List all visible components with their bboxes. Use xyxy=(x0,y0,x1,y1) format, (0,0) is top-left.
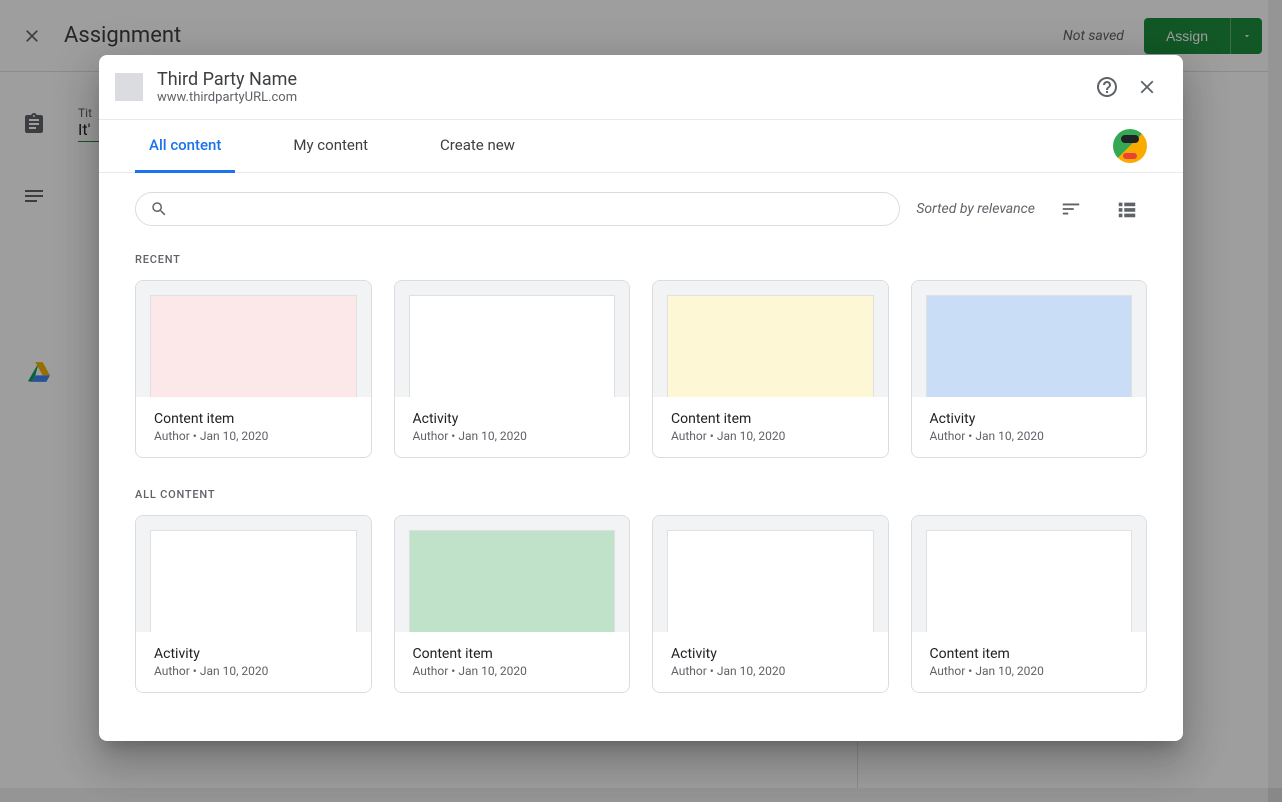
all-content-grid: ActivityAuthor • Jan 10, 2020Content ite… xyxy=(135,515,1147,693)
thumbnail-preview xyxy=(667,295,874,397)
sort-icon[interactable] xyxy=(1051,189,1091,229)
tab-all-content[interactable]: All content xyxy=(135,120,235,173)
modal-header: Third Party Name www.thirdpartyURL.com xyxy=(99,55,1183,120)
card-meta: Author • Jan 10, 2020 xyxy=(671,664,870,678)
card-title: Activity xyxy=(671,646,870,662)
card-thumbnail xyxy=(912,281,1147,397)
card-title: Content item xyxy=(930,646,1129,662)
search-box[interactable] xyxy=(135,192,900,226)
card-meta: Author • Jan 10, 2020 xyxy=(154,664,353,678)
card-body: Content item Author • Jan 10, 2020 xyxy=(136,397,371,457)
content-card[interactable]: Activity Author • Jan 10, 2020 xyxy=(911,280,1148,458)
card-title: Activity xyxy=(413,411,612,427)
modal-body: Sorted by relevance RECENT Content item A… xyxy=(99,173,1183,741)
close-icon[interactable] xyxy=(1127,67,1167,107)
card-body: Activity Author • Jan 10, 2020 xyxy=(395,397,630,457)
avatar[interactable] xyxy=(1113,129,1147,163)
search-input[interactable] xyxy=(178,201,885,217)
card-meta: Author • Jan 10, 2020 xyxy=(154,429,353,443)
content-card[interactable]: Content item Author • Jan 10, 2020 xyxy=(135,280,372,458)
content-card[interactable]: Activity Author • Jan 10, 2020 xyxy=(394,280,631,458)
content-card[interactable]: Activity Author • Jan 10, 2020 xyxy=(135,515,372,693)
card-title: Content item xyxy=(154,411,353,427)
help-icon[interactable] xyxy=(1087,67,1127,107)
card-meta: Author • Jan 10, 2020 xyxy=(413,664,612,678)
search-icon xyxy=(150,200,168,218)
list-view-icon[interactable] xyxy=(1107,189,1147,229)
card-body: Content item Author • Jan 10, 2020 xyxy=(653,397,888,457)
card-body: Content item Author • Jan 10, 2020 xyxy=(395,632,630,692)
card-thumbnail xyxy=(136,516,371,632)
card-body: Content item Author • Jan 10, 2020 xyxy=(912,632,1147,692)
card-body: Activity Author • Jan 10, 2020 xyxy=(653,632,888,692)
thumbnail-preview xyxy=(926,295,1133,397)
content-card[interactable]: Content item Author • Jan 10, 2020 xyxy=(652,280,889,458)
card-thumbnail xyxy=(395,281,630,397)
tab-my-content[interactable]: My content xyxy=(279,120,382,173)
recent-grid: Content itemAuthor • Jan 10, 2020Activit… xyxy=(135,280,1147,458)
third-party-logo xyxy=(115,73,143,101)
card-thumbnail xyxy=(395,516,630,632)
modal-title-block: Third Party Name www.thirdpartyURL.com xyxy=(157,69,1087,105)
content-card[interactable]: Activity Author • Jan 10, 2020 xyxy=(652,515,889,693)
card-thumbnail xyxy=(653,516,888,632)
content-picker-modal: Third Party Name www.thirdpartyURL.com A… xyxy=(99,55,1183,741)
modal-title: Third Party Name xyxy=(157,69,1087,90)
search-row: Sorted by relevance xyxy=(135,189,1147,229)
thumbnail-preview xyxy=(409,530,616,632)
card-meta: Author • Jan 10, 2020 xyxy=(930,664,1129,678)
content-card[interactable]: Content item Author • Jan 10, 2020 xyxy=(911,515,1148,693)
card-meta: Author • Jan 10, 2020 xyxy=(413,429,612,443)
card-title: Activity xyxy=(930,411,1129,427)
card-body: Activity Author • Jan 10, 2020 xyxy=(912,397,1147,457)
tab-create-new[interactable]: Create new xyxy=(426,120,529,173)
section-all-label: ALL CONTENT xyxy=(135,488,1147,501)
thumbnail-preview xyxy=(150,530,357,632)
card-thumbnail xyxy=(136,281,371,397)
card-thumbnail xyxy=(653,281,888,397)
card-title: Content item xyxy=(413,646,612,662)
card-meta: Author • Jan 10, 2020 xyxy=(671,429,870,443)
thumbnail-preview xyxy=(667,530,874,632)
modal-tabs: All content My content Create new xyxy=(99,120,1183,173)
card-thumbnail xyxy=(912,516,1147,632)
content-card[interactable]: Content item Author • Jan 10, 2020 xyxy=(394,515,631,693)
thumbnail-preview xyxy=(926,530,1133,632)
modal-subtitle: www.thirdpartyURL.com xyxy=(157,90,1087,105)
card-title: Activity xyxy=(154,646,353,662)
thumbnail-preview xyxy=(409,295,616,397)
card-body: Activity Author • Jan 10, 2020 xyxy=(136,632,371,692)
section-recent-label: RECENT xyxy=(135,253,1147,266)
card-title: Content item xyxy=(671,411,870,427)
thumbnail-preview xyxy=(150,295,357,397)
sort-label: Sorted by relevance xyxy=(916,201,1035,217)
card-meta: Author • Jan 10, 2020 xyxy=(930,429,1129,443)
